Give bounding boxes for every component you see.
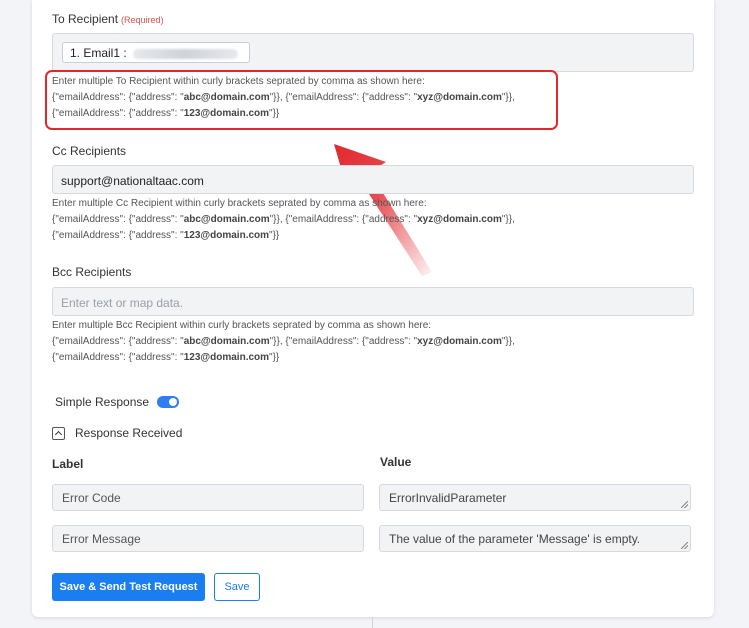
error-message-value-field[interactable]: The value of the parameter 'Message' is … <box>379 525 691 552</box>
error-code-label-field[interactable]: Error Code <box>52 484 364 511</box>
error-code-value: ErrorInvalidParameter <box>389 491 507 505</box>
resize-handle-icon[interactable] <box>681 501 688 508</box>
cc-recipients-value: support@nationaltaac.com <box>61 174 204 188</box>
cc-help-line1: Enter multiple Cc Recipient within curly… <box>52 198 427 209</box>
error-code-value-field[interactable]: ErrorInvalidParameter <box>379 484 691 511</box>
simple-response-label: Simple Response <box>55 395 150 409</box>
to-recipient-label-text: To Recipient <box>52 12 119 26</box>
cc-recipients-label: Cc Recipients <box>52 144 127 158</box>
highlight-box <box>45 70 558 130</box>
redacted-email <box>132 48 238 59</box>
save-send-test-request-button[interactable]: Save & Send Test Request <box>52 573 205 601</box>
simple-response-row: Simple Response <box>55 395 180 409</box>
error-message-value: The value of the parameter 'Message' is … <box>389 532 641 546</box>
cc-help-line3: {"emailAddress": {"address": "123@domain… <box>52 230 280 241</box>
cc-recipients-field[interactable]: support@nationaltaac.com <box>52 165 694 194</box>
label-column-header: Label <box>52 457 84 471</box>
bcc-recipients-placeholder: Enter text or map data. <box>61 296 184 310</box>
cc-recipients-help: Enter multiple Cc Recipient within curly… <box>52 196 572 244</box>
email-chip-label: 1. Email1 : <box>70 46 127 60</box>
error-message-label-field[interactable]: Error Message <box>52 525 364 552</box>
required-badge: (Required) <box>121 15 164 25</box>
email-chip[interactable]: 1. Email1 : <box>62 42 250 63</box>
collapse-chevron-up-icon[interactable] <box>52 426 65 440</box>
response-received-row: Response Received <box>52 426 182 440</box>
value-column-header: Value <box>380 455 412 469</box>
save-button[interactable]: Save <box>214 573 260 601</box>
cc-help-line2: {"emailAddress": {"address": "abc@domain… <box>52 214 515 225</box>
to-recipient-label: To Recipient (Required) <box>52 12 164 26</box>
response-received-label: Response Received <box>75 426 183 440</box>
error-code-label: Error Code <box>62 491 121 505</box>
resize-handle-icon[interactable] <box>681 542 688 549</box>
connector-line <box>372 617 373 628</box>
bcc-recipients-field[interactable]: Enter text or map data. <box>52 287 694 316</box>
bcc-help-line3: {"emailAddress": {"address": "123@domain… <box>52 352 280 363</box>
bcc-recipients-label: Bcc Recipients <box>52 265 132 279</box>
simple-response-toggle[interactable] <box>157 396 180 408</box>
bcc-help-line2: {"emailAddress": {"address": "abc@domain… <box>52 336 515 347</box>
bcc-help-line1: Enter multiple Bcc Recipient within curl… <box>52 320 432 331</box>
error-message-label: Error Message <box>62 532 141 546</box>
bcc-recipients-help: Enter multiple Bcc Recipient within curl… <box>52 318 572 366</box>
to-recipient-field[interactable]: 1. Email1 : <box>52 33 694 72</box>
